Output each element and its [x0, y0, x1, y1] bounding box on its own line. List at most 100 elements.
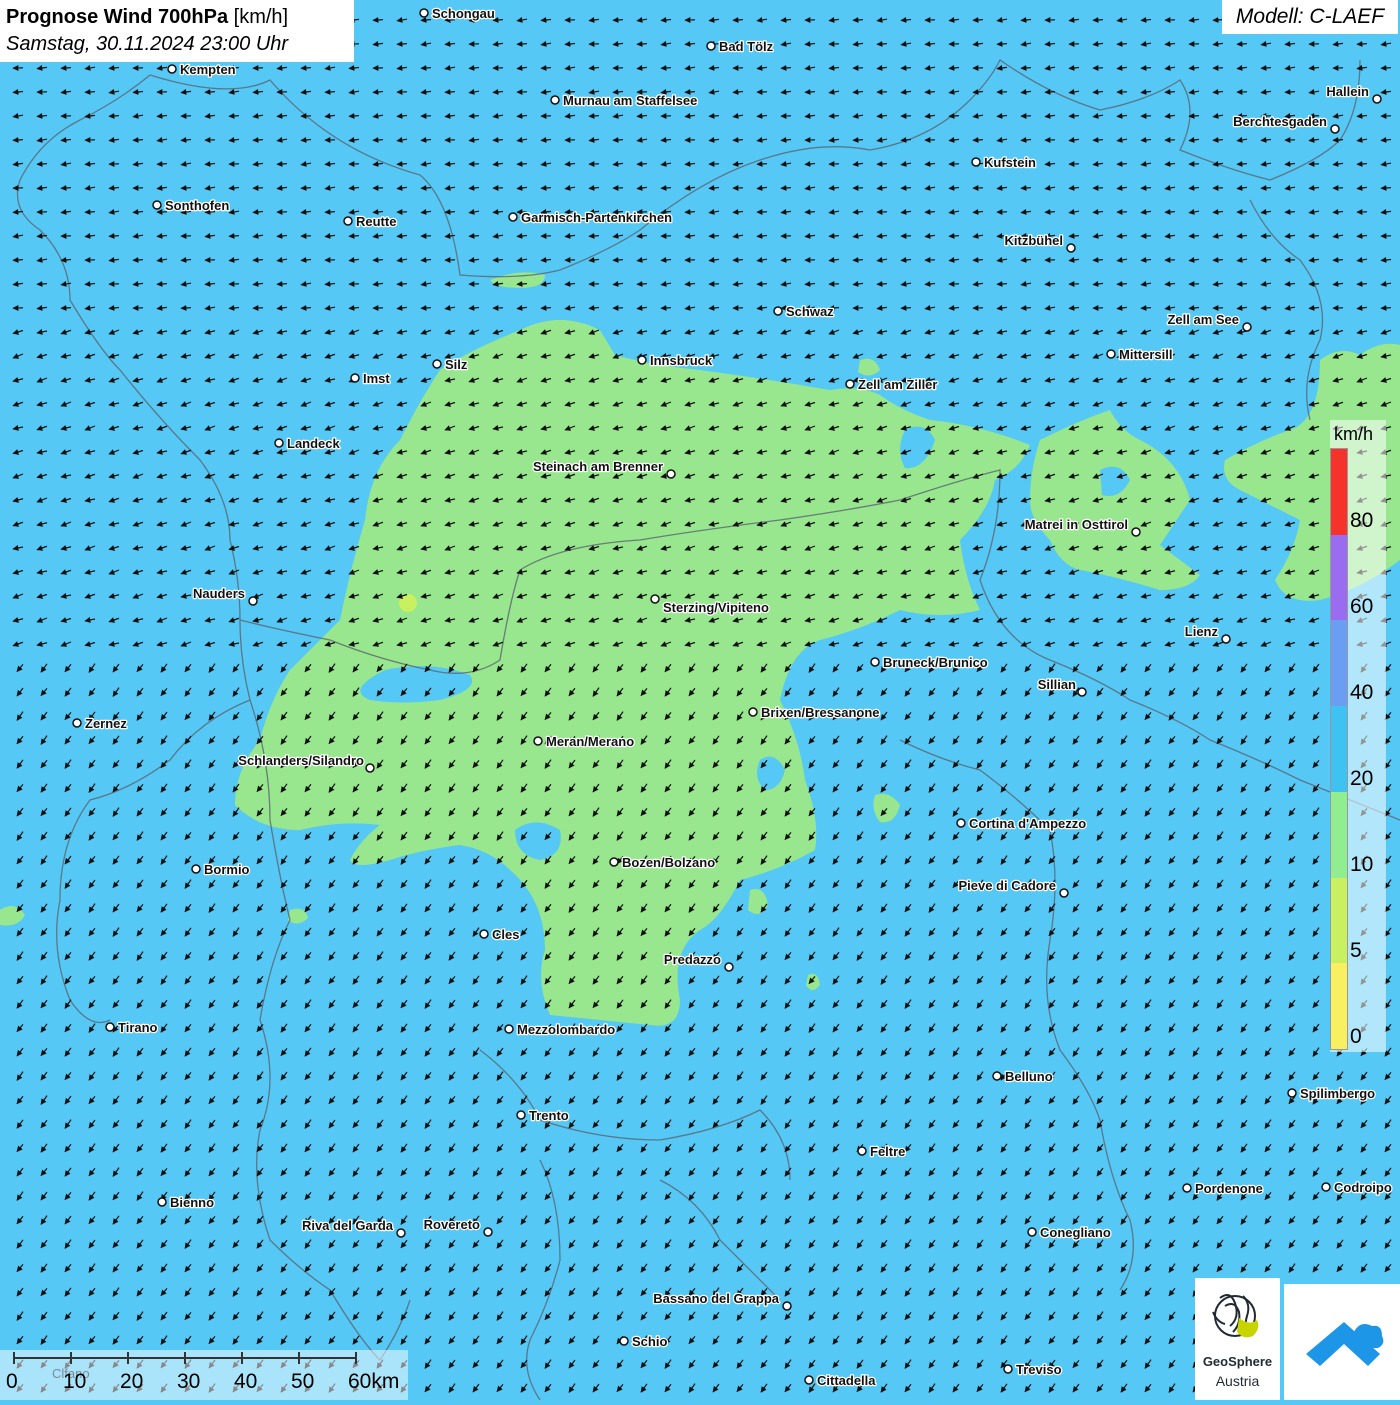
city-dot [871, 658, 879, 666]
city-dot [846, 380, 854, 388]
city-label: Meran/Merano [546, 734, 634, 749]
legend-unit: km/h [1334, 424, 1373, 445]
city-label: Mittersill [1119, 347, 1172, 362]
city-dot [73, 719, 81, 727]
city-label: Bad Tölz [719, 39, 774, 54]
city-label: Schlanders/Silandro [238, 753, 364, 768]
city-label: Pieve di Cadore [958, 878, 1056, 893]
city-dot [1373, 95, 1381, 103]
model-label: Modell: C-LAEF [1222, 0, 1398, 34]
city-dot [509, 213, 517, 221]
city-marker: Bruneck/Brunico [871, 655, 988, 670]
city-dot [783, 1302, 791, 1310]
city-dot [1028, 1228, 1036, 1236]
city-marker: Innsbruck [638, 353, 713, 368]
city-dot [534, 737, 542, 745]
city-dot [1132, 528, 1140, 536]
city-label: Pordenone [1195, 1181, 1263, 1196]
legend-colorbar [1330, 448, 1348, 1050]
city-dot [397, 1229, 405, 1237]
city-dot [1078, 688, 1086, 696]
city-label: Feltre [870, 1144, 905, 1159]
city-label: Zell am See [1167, 312, 1239, 327]
scale-label: 60km [348, 1370, 399, 1394]
city-dot [725, 963, 733, 971]
city-label: Innsbruck [650, 353, 713, 368]
city-label: Schwaz [786, 304, 834, 319]
scale-label: 20 [120, 1370, 143, 1394]
legend-color-swatch [1331, 706, 1347, 792]
title-unit: [km/h] [234, 6, 288, 28]
city-dot [651, 595, 659, 603]
legend-label: 80 [1350, 509, 1373, 533]
city-label: Garmisch-Partenkirchen [521, 210, 672, 225]
city-marker: Meran/Merano [534, 734, 634, 749]
city-label: Belluno [1005, 1069, 1053, 1084]
city-marker: Garmisch-Partenkirchen [509, 210, 672, 225]
city-label: Landeck [287, 436, 341, 451]
city-dot [505, 1025, 513, 1033]
logo-sub: Austria [1195, 1373, 1280, 1389]
city-marker: Schongau [420, 6, 495, 21]
city-label: Nauders [193, 586, 245, 601]
city-label: Bassano del Grappa [653, 1291, 779, 1306]
legend-color-swatch [1331, 792, 1347, 878]
city-label: Codroipo [1334, 1180, 1392, 1195]
city-marker: Mezzolombardo [505, 1022, 615, 1037]
city-label: Riva del Garda [302, 1218, 394, 1233]
city-dot [805, 1376, 813, 1384]
city-label: Matrei in Osttirol [1025, 517, 1128, 532]
city-label: Lienz [1185, 624, 1219, 639]
city-dot [106, 1023, 114, 1031]
city-dot [620, 1337, 628, 1345]
city-marker: Bozen/Bolzano [610, 855, 715, 870]
city-label: Cittadella [817, 1373, 876, 1388]
city-dot [551, 96, 559, 104]
city-dot [858, 1147, 866, 1155]
city-label: Berchtesgaden [1233, 114, 1327, 129]
city-dot [1288, 1089, 1296, 1097]
city-label: Zernez [85, 716, 127, 731]
city-label: Cortina d'Ampezzo [969, 816, 1086, 831]
city-dot [774, 307, 782, 315]
city-dot [433, 360, 441, 368]
city-dot [1322, 1183, 1330, 1191]
city-dot [1222, 635, 1230, 643]
city-label: Spilimbergo [1300, 1086, 1375, 1101]
city-dot [610, 858, 618, 866]
city-dot [1060, 889, 1068, 897]
city-dot [1067, 244, 1075, 252]
legend-color-swatch [1331, 535, 1347, 621]
city-marker: Cortina d'Ampezzo [957, 816, 1086, 831]
city-label: Steinach am Brenner [533, 459, 663, 474]
city-dot [351, 374, 359, 382]
city-dot [707, 42, 715, 50]
city-dot [1243, 323, 1251, 331]
city-dot [993, 1072, 1001, 1080]
scale-label: 30 [177, 1370, 200, 1394]
scale-label: 10 [63, 1370, 86, 1394]
scale-label: 50 [291, 1370, 314, 1394]
city-dot [366, 764, 374, 772]
city-marker: Zell am Ziller [846, 377, 937, 392]
city-label: Schio [632, 1334, 667, 1349]
city-label: Bruneck/Brunico [883, 655, 988, 670]
forecast-datetime: Samstag, 30.11.2024 23:00 Uhr [6, 31, 348, 57]
city-dot [1183, 1184, 1191, 1192]
city-label: Rovereto [424, 1217, 480, 1232]
city-label: Treviso [1016, 1362, 1062, 1377]
city-dot [957, 819, 965, 827]
legend-color-swatch [1331, 449, 1347, 535]
city-label: Schongau [432, 6, 495, 21]
city-label: Reutte [356, 214, 396, 229]
city-marker: Spilimbergo [1288, 1086, 1375, 1101]
legend-color-swatch [1331, 878, 1347, 964]
city-dot [667, 470, 675, 478]
legend-label: 20 [1350, 767, 1373, 791]
city-label: Bozen/Bolzano [622, 855, 715, 870]
city-label: Silz [445, 357, 468, 372]
legend-label: 5 [1350, 939, 1362, 963]
legend-color-swatch [1331, 620, 1347, 706]
city-marker: Sonthofen [153, 198, 229, 213]
city-label: Zell am Ziller [858, 377, 937, 392]
